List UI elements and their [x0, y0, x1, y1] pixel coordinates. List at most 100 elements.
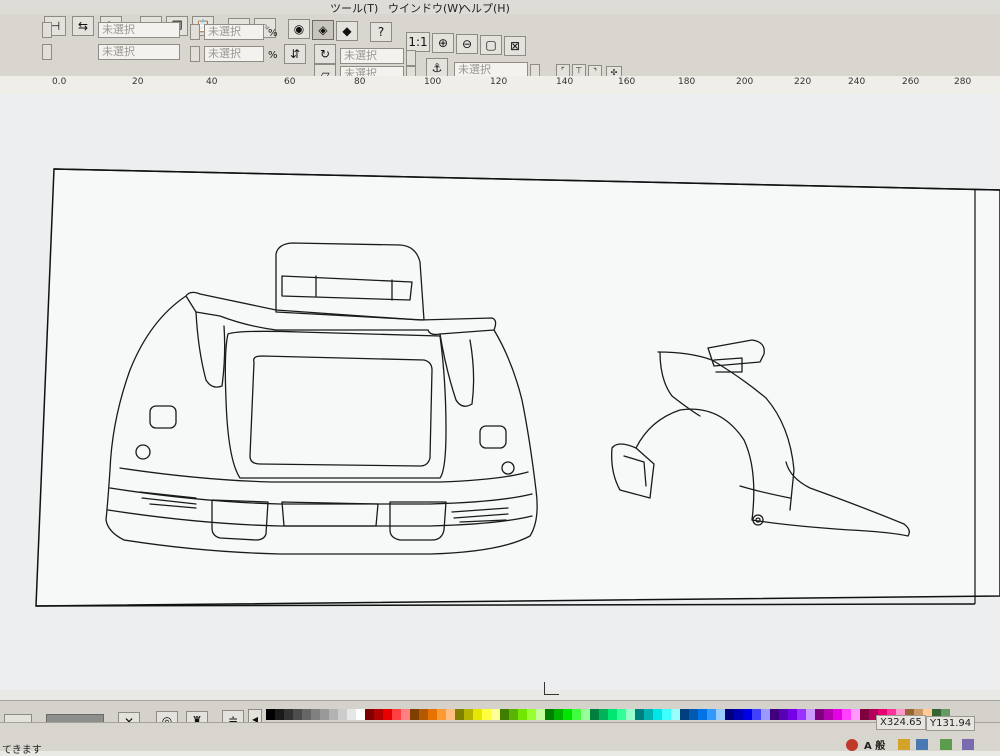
color-swatch[interactable]: [653, 709, 662, 720]
color-swatch[interactable]: [338, 709, 347, 720]
color-swatch[interactable]: [635, 709, 644, 720]
zoom-actual-button[interactable]: 1:1: [406, 32, 430, 52]
ime-dictionary-icon[interactable]: [898, 739, 910, 750]
color-swatch[interactable]: [320, 709, 329, 720]
color-swatch[interactable]: [824, 709, 833, 720]
color-swatch[interactable]: [554, 709, 563, 720]
height-spinner[interactable]: [190, 46, 200, 62]
color-swatch[interactable]: [752, 709, 761, 720]
percent-label-1: %: [268, 28, 278, 39]
ruler-tick: 60: [284, 77, 296, 87]
zoom-page-icon[interactable]: ▢: [480, 35, 502, 55]
ime-mode-icon[interactable]: [940, 739, 952, 750]
width-field[interactable]: 未選択: [204, 24, 264, 40]
color-swatch[interactable]: [302, 709, 311, 720]
color-swatch[interactable]: [275, 709, 284, 720]
color-swatch[interactable]: [698, 709, 707, 720]
color-swatch[interactable]: [707, 709, 716, 720]
color-swatch[interactable]: [545, 709, 554, 720]
color-swatch[interactable]: [365, 709, 374, 720]
color-swatch[interactable]: [536, 709, 545, 720]
color-swatch[interactable]: [383, 709, 392, 720]
color-swatch[interactable]: [266, 709, 275, 720]
ruler-tick: 140: [556, 77, 574, 87]
arrow-icon[interactable]: ⇆: [72, 16, 94, 36]
drawing-canvas[interactable]: [0, 94, 1000, 690]
width-spinner[interactable]: [190, 24, 200, 40]
layer-group-icon[interactable]: ◈: [312, 20, 334, 40]
color-swatch[interactable]: [671, 709, 680, 720]
color-swatch[interactable]: [527, 709, 536, 720]
mirror-icon[interactable]: ⇵: [284, 44, 306, 64]
color-swatch[interactable]: [860, 709, 869, 720]
color-swatch[interactable]: [851, 709, 860, 720]
color-swatch[interactable]: [806, 709, 815, 720]
color-swatch[interactable]: [518, 709, 527, 720]
color-swatch[interactable]: [347, 709, 356, 720]
color-swatch[interactable]: [716, 709, 725, 720]
color-swatch[interactable]: [590, 709, 599, 720]
color-swatch[interactable]: [428, 709, 437, 720]
color-swatch[interactable]: [329, 709, 338, 720]
color-swatch[interactable]: [689, 709, 698, 720]
rotate-field[interactable]: 未選択: [340, 48, 404, 64]
color-swatch[interactable]: [833, 709, 842, 720]
tray-icon[interactable]: [962, 739, 974, 750]
color-swatch[interactable]: [374, 709, 383, 720]
color-swatch[interactable]: [419, 709, 428, 720]
color-swatch[interactable]: [446, 709, 455, 720]
color-swatch[interactable]: [770, 709, 779, 720]
color-swatch[interactable]: [644, 709, 653, 720]
y-field[interactable]: 未選択: [98, 44, 180, 60]
color-swatch[interactable]: [581, 709, 590, 720]
color-swatch[interactable]: [842, 709, 851, 720]
color-swatch[interactable]: [392, 709, 401, 720]
color-swatch[interactable]: [482, 709, 491, 720]
ime-tool-icon[interactable]: [916, 739, 928, 750]
height-field[interactable]: 未選択: [204, 46, 264, 62]
rotate-spinner[interactable]: [406, 50, 416, 66]
color-swatch[interactable]: [815, 709, 824, 720]
color-swatch[interactable]: [797, 709, 806, 720]
color-swatch[interactable]: [725, 709, 734, 720]
layer-front-icon[interactable]: ◉: [288, 19, 310, 39]
zoom-fit-icon[interactable]: ⊠: [504, 36, 526, 56]
color-swatch[interactable]: [410, 709, 419, 720]
help-icon[interactable]: ?: [370, 22, 392, 42]
ime-logo-icon[interactable]: [846, 739, 858, 751]
color-swatch[interactable]: [563, 709, 572, 720]
anchor-icon[interactable]: ⚓: [426, 58, 448, 78]
color-swatch[interactable]: [680, 709, 689, 720]
color-swatch[interactable]: [761, 709, 770, 720]
color-swatch[interactable]: [509, 709, 518, 720]
drawing-workspace[interactable]: [0, 94, 1000, 690]
zoom-out-icon[interactable]: ⊖: [456, 34, 478, 54]
color-swatch[interactable]: [311, 709, 320, 720]
color-swatch[interactable]: [284, 709, 293, 720]
color-swatch[interactable]: [473, 709, 482, 720]
color-swatch[interactable]: [455, 709, 464, 720]
color-swatch[interactable]: [617, 709, 626, 720]
color-swatch[interactable]: [788, 709, 797, 720]
color-swatch[interactable]: [734, 709, 743, 720]
rotate-icon[interactable]: ↻: [314, 44, 336, 64]
color-swatch[interactable]: [743, 709, 752, 720]
color-swatch[interactable]: [464, 709, 473, 720]
layer-color-icon[interactable]: ◆: [336, 21, 358, 41]
color-swatch[interactable]: [500, 709, 509, 720]
color-swatch[interactable]: [662, 709, 671, 720]
color-swatch[interactable]: [437, 709, 446, 720]
color-swatch[interactable]: [356, 709, 365, 720]
color-swatch[interactable]: [401, 709, 410, 720]
x-spinner[interactable]: [42, 22, 52, 38]
x-field[interactable]: 未選択: [98, 22, 180, 38]
color-swatch[interactable]: [599, 709, 608, 720]
color-swatch[interactable]: [491, 709, 500, 720]
color-swatch[interactable]: [626, 709, 635, 720]
color-swatch[interactable]: [293, 709, 302, 720]
zoom-in-icon[interactable]: ⊕: [432, 33, 454, 53]
y-spinner[interactable]: [42, 44, 52, 60]
color-swatch[interactable]: [572, 709, 581, 720]
color-swatch[interactable]: [779, 709, 788, 720]
color-swatch[interactable]: [608, 709, 617, 720]
